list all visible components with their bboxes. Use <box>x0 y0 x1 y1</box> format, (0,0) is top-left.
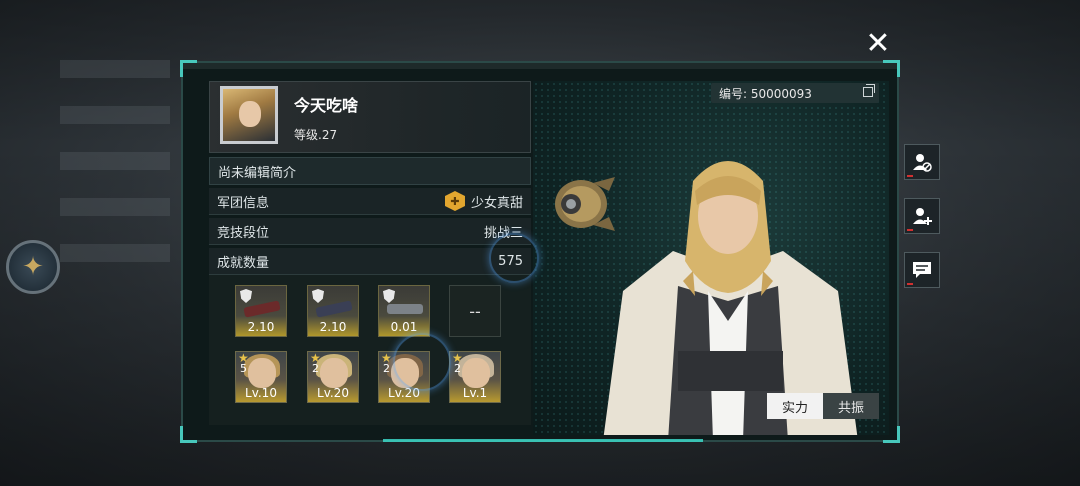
character-showcase: 编号: 50000093 实力 共振 <box>533 81 889 435</box>
shield-badge-icon <box>240 289 252 303</box>
hero-face <box>248 358 276 388</box>
player-id-text: 编号: 50000093 <box>719 86 812 101</box>
add-friend-button[interactable] <box>904 198 940 234</box>
guild-value: ✚ 少女真甜 <box>444 191 523 211</box>
player-level: 等级.27 <box>294 128 338 142</box>
shield-badge-icon <box>383 289 395 303</box>
copy-icon[interactable] <box>863 84 875 97</box>
lineup-grid: 2.10 2.10 0.01 -- ★ 5 Lv.10 ★ 2 Lv.20 ★ … <box>209 275 531 425</box>
panel-accent-line <box>383 439 703 442</box>
achievement-row: 成就数量 575 <box>209 248 531 275</box>
bio-text: 尚未编辑简介 <box>218 165 297 181</box>
close-x-icon: ✕ <box>865 26 891 61</box>
hero-card[interactable]: ★ 2 Lv.1 <box>449 351 501 403</box>
block-user-icon <box>913 154 932 172</box>
block-user-button[interactable] <box>904 144 940 180</box>
view-toggle: 实力 共振 <box>767 393 879 419</box>
glow-ring-effect <box>393 333 451 391</box>
guild-label: 军团信息 <box>217 195 270 211</box>
guild-row[interactable]: 军团信息 ✚ 少女真甜 <box>209 188 531 215</box>
hero-card[interactable]: ★ 5 Lv.10 <box>235 351 287 403</box>
close-button[interactable]: ✕ <box>864 29 892 59</box>
achievement-label: 成就数量 <box>217 255 270 271</box>
background-menu-blur <box>60 60 170 280</box>
panel-corner <box>883 60 900 77</box>
panel-corner <box>180 60 197 77</box>
armor-icon <box>387 304 423 314</box>
equipment-value: 2.10 <box>319 320 347 334</box>
player-profile-panel: 今天吃啥 等级.27 尚未编辑简介 军团信息 ✚ 少女真甜 竞技段位 挑战三 成… <box>180 60 900 443</box>
hero-stars: 2 <box>454 362 461 375</box>
panel-corner <box>180 426 197 443</box>
profile-header: 今天吃啥 等级.27 <box>209 81 531 153</box>
player-id-field: 编号: 50000093 <box>711 83 879 103</box>
phoenix-icon: ✦ <box>22 252 44 282</box>
equipment-slot[interactable]: 2.10 <box>307 285 359 337</box>
bio-row[interactable]: 尚未编辑简介 <box>209 157 531 185</box>
chat-message-icon <box>913 262 931 278</box>
empty-slot-text: -- <box>469 301 481 321</box>
player-avatar[interactable] <box>220 86 278 144</box>
arena-rank-label: 竞技段位 <box>217 225 270 241</box>
hero-level: Lv.1 <box>462 386 488 400</box>
button-indicator <box>907 283 913 285</box>
chat-button[interactable] <box>904 252 940 288</box>
equipment-slot[interactable]: 0.01 <box>378 285 430 337</box>
hero-stars: 2 <box>312 362 319 375</box>
weapon-icon <box>243 300 281 318</box>
hero-level: Lv.20 <box>317 386 349 400</box>
button-indicator <box>907 175 913 177</box>
arena-rank-row: 竞技段位 挑战三 <box>209 218 531 245</box>
equipment-slot[interactable]: 2.10 <box>235 285 287 337</box>
add-friend-icon <box>913 208 932 225</box>
hero-level: Lv.10 <box>245 386 277 400</box>
hero-face <box>462 358 490 388</box>
hero-face <box>320 358 348 388</box>
guild-emblem-icon: ✚ <box>444 191 465 211</box>
guild-name: 少女真甜 <box>470 195 523 211</box>
info-rows: 尚未编辑简介 军团信息 ✚ 少女真甜 竞技段位 挑战三 成就数量 575 <box>209 157 531 292</box>
background-guild-avatar: ✦ <box>6 240 60 294</box>
character-portrait <box>603 161 858 435</box>
glow-ring-effect <box>489 233 539 283</box>
weapon-icon <box>315 300 353 318</box>
panel-top-bar <box>183 63 897 69</box>
equipment-value: 0.01 <box>390 320 418 334</box>
hero-stars: 5 <box>240 362 247 375</box>
hero-stars: 2 <box>383 362 390 375</box>
empty-equipment-slot[interactable]: -- <box>449 285 501 337</box>
hero-card[interactable]: ★ 2 Lv.20 <box>307 351 359 403</box>
button-indicator <box>907 229 913 231</box>
tab-strength[interactable]: 实力 <box>767 393 823 419</box>
tab-resonance[interactable]: 共振 <box>823 393 879 419</box>
equipment-value: 2.10 <box>247 320 275 334</box>
player-name: 今天吃啥 <box>294 96 359 115</box>
rank-badge-icon <box>312 289 324 303</box>
player-info-section: 今天吃啥 等级.27 尚未编辑简介 军团信息 ✚ 少女真甜 竞技段位 挑战三 成… <box>209 81 531 292</box>
